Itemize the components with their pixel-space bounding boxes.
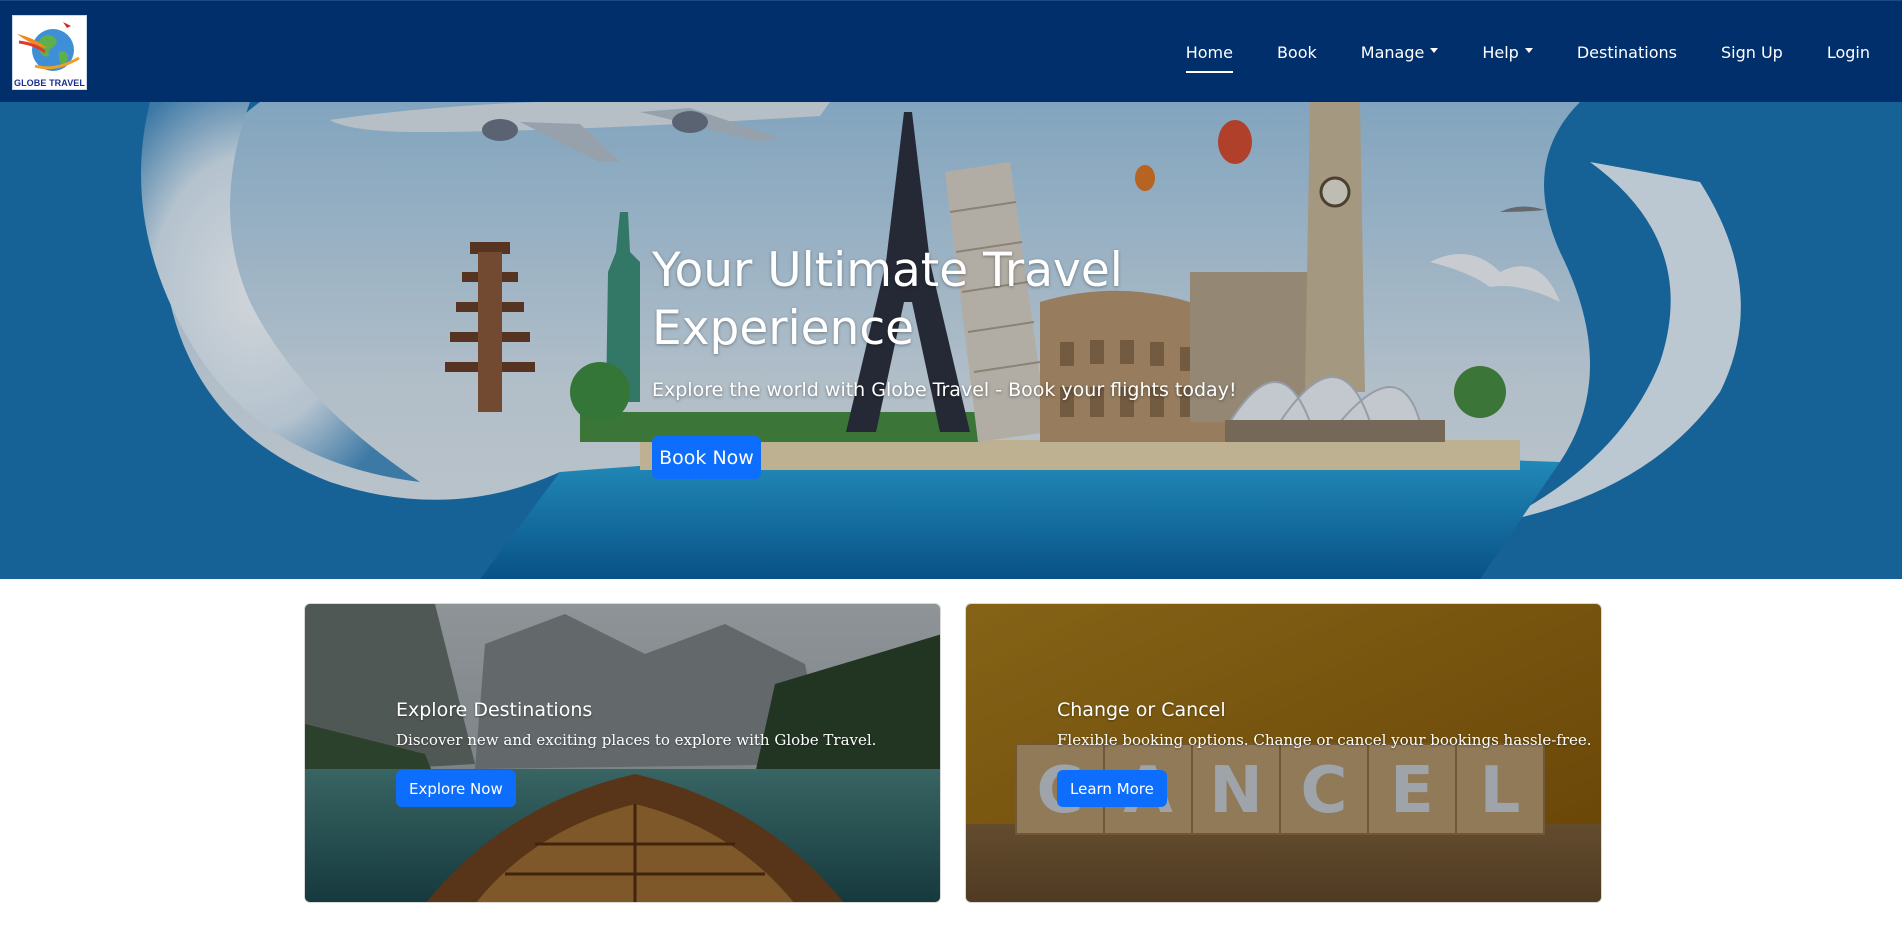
card-title: Explore Destinations	[396, 699, 593, 721]
nav-links: Home Book Manage Help Destinations Sign …	[1164, 1, 1902, 103]
learn-more-button[interactable]: Learn More	[1057, 770, 1167, 807]
book-now-button[interactable]: Book Now	[652, 436, 761, 479]
explore-now-button[interactable]: Explore Now	[396, 770, 516, 807]
nav-help-label: Help	[1482, 42, 1519, 62]
nav-manage-dropdown[interactable]: Manage	[1339, 1, 1461, 103]
caret-down-icon	[1524, 47, 1533, 53]
nav-help-dropdown[interactable]: Help	[1460, 1, 1554, 103]
nav-home[interactable]: Home	[1164, 1, 1255, 103]
card-text: Flexible booking options. Change or canc…	[1057, 731, 1592, 749]
explore-destinations-card: Explore Destinations Discover new and ex…	[304, 603, 941, 903]
nav-book[interactable]: Book	[1255, 1, 1339, 103]
change-or-cancel-card: C A N C E L Change or Cancel Flexible bo…	[965, 603, 1602, 903]
hero-subtitle: Explore the world with Globe Travel - Bo…	[652, 379, 1237, 401]
nav-manage-label: Manage	[1360, 42, 1425, 62]
nav-destinations[interactable]: Destinations	[1555, 1, 1699, 103]
logo-text: GLOBE TRAVEL	[13, 78, 86, 88]
nav-sign-up[interactable]: Sign Up	[1699, 1, 1805, 103]
navbar: GLOBE TRAVEL Home Book Manage Help Desti…	[0, 0, 1902, 102]
hero-banner: Your Ultimate Travel Experience Explore …	[0, 102, 1902, 579]
caret-down-icon	[1430, 47, 1439, 53]
nav-login[interactable]: Login	[1805, 1, 1902, 103]
card-title: Change or Cancel	[1057, 699, 1226, 721]
card-text: Discover new and exciting places to expl…	[396, 731, 877, 749]
globe-travel-logo[interactable]: GLOBE TRAVEL	[12, 15, 87, 90]
hero-title: Your Ultimate Travel Experience	[652, 243, 1123, 356]
